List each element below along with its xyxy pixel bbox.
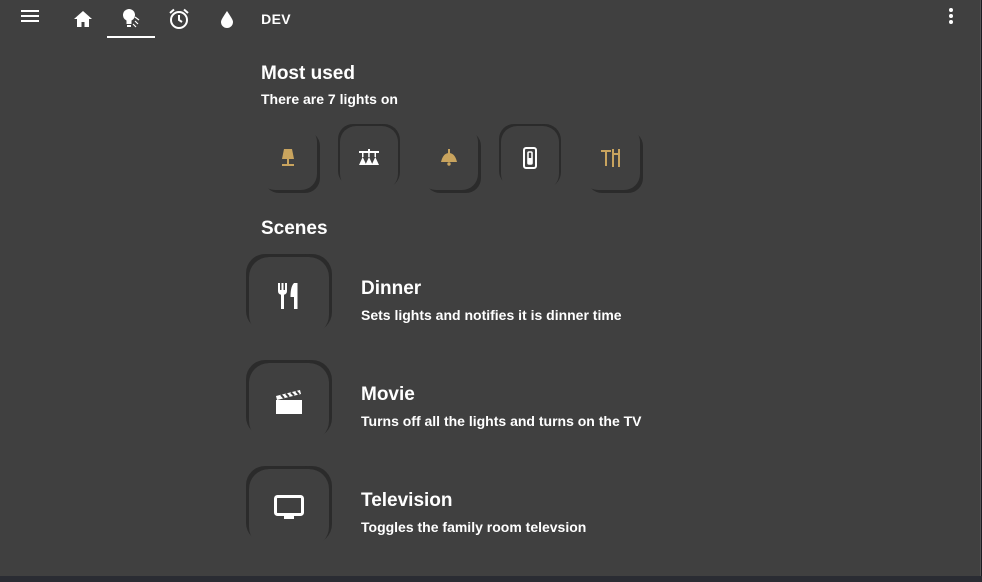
- light-button-desk-lamp[interactable]: [582, 126, 640, 190]
- tab-water[interactable]: [203, 0, 251, 38]
- lightbulb-icon: [123, 9, 140, 28]
- clapperboard-icon: [276, 390, 302, 414]
- desktop-background-strip: [0, 576, 982, 582]
- most-used-title: Most used: [261, 63, 355, 84]
- pendant-lamp-icon: [441, 149, 457, 166]
- tab-alarm[interactable]: [155, 0, 203, 38]
- scene-movie[interactable]: Movie Turns off all the lights and turns…: [249, 363, 729, 443]
- tab-home[interactable]: [59, 0, 107, 38]
- home-icon: [74, 11, 92, 27]
- hamburger-menu-icon: [21, 10, 39, 22]
- scene-television-button[interactable]: [249, 469, 329, 547]
- tab-lights[interactable]: [107, 0, 155, 38]
- top-bar: DEV: [0, 0, 980, 38]
- silverware-icon: [278, 283, 298, 309]
- light-button-pendant[interactable]: [420, 126, 478, 190]
- lights-on-status: There are 7 lights on: [261, 91, 398, 107]
- chandelier-icon: [359, 149, 379, 165]
- scenes-title: Scenes: [261, 218, 328, 239]
- wall-switch-icon: [523, 147, 537, 169]
- app-window: DEV Most used There are 7 lights on Scen…: [0, 0, 981, 577]
- scene-movie-button[interactable]: [249, 363, 329, 441]
- scene-dinner-button[interactable]: [249, 257, 329, 335]
- table-lamp-icon: [282, 149, 294, 166]
- tab-dev[interactable]: DEV: [255, 0, 297, 38]
- desk-lamp-icon: [601, 149, 620, 167]
- scene-dinner[interactable]: Dinner Sets lights and notifies it is di…: [249, 257, 729, 337]
- water-drop-icon: [221, 11, 233, 28]
- alarm-clock-icon: [169, 8, 189, 29]
- overflow-menu-button[interactable]: [938, 0, 964, 32]
- menu-button[interactable]: [14, 0, 46, 32]
- scene-description: Toggles the family room televsion: [361, 519, 587, 535]
- scene-title: Dinner: [361, 278, 422, 299]
- scene-description: Sets lights and notifies it is dinner ti…: [361, 307, 622, 323]
- light-button-table-lamp[interactable]: [259, 126, 317, 190]
- light-button-chandelier[interactable]: [340, 126, 398, 190]
- television-icon: [274, 495, 304, 519]
- scene-title: Television: [361, 490, 453, 511]
- scene-title: Movie: [361, 384, 415, 405]
- more-vertical-icon: [949, 8, 953, 24]
- tab-dev-label: DEV: [261, 11, 291, 27]
- scene-description: Turns off all the lights and turns on th…: [361, 413, 642, 429]
- scene-television[interactable]: Television Toggles the family room telev…: [249, 469, 729, 549]
- light-button-wall-switch[interactable]: [501, 126, 559, 190]
